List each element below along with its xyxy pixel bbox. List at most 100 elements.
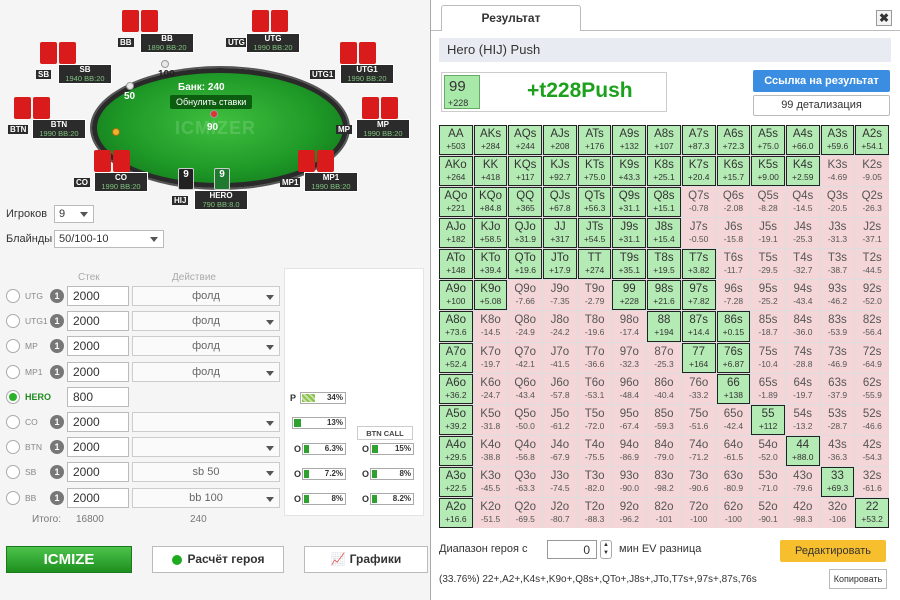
hand-cell[interactable]: 54o -52.0: [751, 435, 785, 466]
hand-cell[interactable]: A6s +72.3: [716, 125, 751, 156]
hand-cell[interactable]: K5s +9.00: [751, 156, 785, 187]
hand-cell[interactable]: A5s +75.0: [751, 125, 785, 156]
hand-cell[interactable]: 83o -98.2: [647, 466, 681, 497]
hand-cell[interactable]: A9s +132: [612, 125, 647, 156]
hand-cell[interactable]: A6o +36.2: [439, 373, 473, 404]
hand-cell[interactable]: 96s -7.28: [716, 280, 751, 311]
hand-cell[interactable]: 97s +7.82: [681, 280, 716, 311]
hand-cell[interactable]: Q7s -0.78: [681, 187, 716, 218]
detail-button[interactable]: 99 детализация: [753, 95, 890, 116]
hero-radio[interactable]: [6, 364, 20, 379]
hand-cell[interactable]: Q9s +31.1: [612, 187, 647, 218]
edit-button[interactable]: Редактировать: [780, 540, 886, 562]
action-select[interactable]: фолд: [132, 311, 280, 332]
hero-radio[interactable]: [6, 339, 20, 354]
hand-cell[interactable]: TT +274: [577, 249, 612, 280]
hand-cell[interactable]: AQs +244: [508, 125, 543, 156]
hand-cell[interactable]: AKs +284: [473, 125, 508, 156]
hand-cell[interactable]: 64o -61.5: [716, 435, 751, 466]
player-count-badge[interactable]: 1: [50, 314, 64, 329]
hand-cell[interactable]: A2o +16.6: [439, 497, 473, 528]
hand-cell[interactable]: J6s -15.8: [716, 218, 751, 249]
action-select[interactable]: sb 50: [132, 462, 280, 483]
hand-cell[interactable]: KJs +92.7: [543, 156, 577, 187]
hand-cell[interactable]: Q5s -8.28: [751, 187, 785, 218]
hand-cell[interactable]: Q6o -43.4: [508, 373, 543, 404]
hand-cell[interactable]: K9o +5.08: [473, 280, 508, 311]
player-count-badge[interactable]: 1: [50, 490, 64, 505]
hand-cell[interactable]: 98o -17.4: [612, 311, 647, 342]
hand-cell[interactable]: 53s -28.7: [820, 404, 855, 435]
hand-cell[interactable]: 62s -55.9: [855, 373, 889, 404]
hand-cell[interactable]: 92s -52.0: [855, 280, 889, 311]
hand-cell[interactable]: T2s -44.5: [855, 249, 889, 280]
hand-cell[interactable]: QTo +19.6: [508, 249, 543, 280]
hand-cell[interactable]: 93o -90.0: [612, 466, 647, 497]
hand-cell[interactable]: A2s +54.1: [855, 125, 889, 156]
hand-cell[interactable]: 22 +53.2: [855, 497, 889, 528]
action-select[interactable]: фолд: [132, 336, 280, 357]
hand-cell[interactable]: 87o -25.3: [647, 342, 681, 373]
stack-input[interactable]: 2000: [67, 361, 129, 382]
hand-cell[interactable]: 76o -33.2: [681, 373, 716, 404]
close-icon[interactable]: ✖: [876, 10, 892, 26]
hero-radio[interactable]: [6, 389, 20, 404]
hand-cell[interactable]: J4o -67.9: [543, 435, 577, 466]
hero-radio[interactable]: [6, 289, 20, 303]
hand-cell[interactable]: J4s -25.3: [785, 218, 820, 249]
hand-cell[interactable]: 85o -59.3: [647, 404, 681, 435]
hand-cell[interactable]: K2s -9.05: [855, 156, 889, 187]
hand-cell[interactable]: K3s -4.69: [820, 156, 855, 187]
icmize-button[interactable]: ICMIZE: [6, 546, 132, 573]
stack-input[interactable]: 2000: [67, 462, 129, 483]
hand-cell[interactable]: 86s +0.15: [716, 311, 751, 342]
hand-cell[interactable]: 94o -86.9: [612, 435, 647, 466]
hand-cell[interactable]: 64s -19.7: [785, 373, 820, 404]
hand-cell[interactable]: 84o -79.0: [647, 435, 681, 466]
hand-cell[interactable]: T4s -32.7: [785, 249, 820, 280]
hand-cell[interactable]: T3o -82.0: [577, 466, 612, 497]
hand-cell[interactable]: A7o +52.4: [439, 342, 473, 373]
hand-cell[interactable]: J2s -37.1: [855, 218, 889, 249]
hand-cell[interactable]: 97o -32.3: [612, 342, 647, 373]
hand-cell[interactable]: 75s -10.4: [751, 342, 785, 373]
reset-bets-button[interactable]: Обнулить ставки: [170, 95, 253, 109]
stack-input[interactable]: 2000: [67, 412, 129, 432]
hand-cell[interactable]: 72o -100: [681, 497, 716, 528]
hand-cell[interactable]: T5o -72.0: [577, 404, 612, 435]
hand-cell[interactable]: JJ +317: [543, 218, 577, 249]
hand-cell[interactable]: T8o -19.6: [577, 311, 612, 342]
hand-cell[interactable]: K2o -51.5: [473, 497, 508, 528]
hand-cell[interactable]: T9s +35.1: [612, 249, 647, 280]
hand-cell[interactable]: Q8o -24.9: [508, 311, 543, 342]
hand-cell[interactable]: Q3s -20.5: [820, 187, 855, 218]
hand-cell[interactable]: A4s +66.0: [785, 125, 820, 156]
hand-cell[interactable]: T9o -2.79: [577, 280, 612, 311]
blinds-select[interactable]: 50/100-10: [54, 230, 164, 248]
result-link-button[interactable]: Ссылка на результат: [753, 70, 890, 92]
hand-cell[interactable]: A8o +73.6: [439, 311, 473, 342]
hand-cell[interactable]: T7s +3.82: [681, 249, 716, 280]
hand-cell[interactable]: 77 +164: [681, 342, 716, 373]
hand-cell[interactable]: 73s -46.9: [820, 342, 855, 373]
hand-cell[interactable]: 43o -79.6: [785, 466, 820, 497]
hero-radio[interactable]: [6, 415, 20, 429]
hand-cell[interactable]: T6s -11.7: [716, 249, 751, 280]
hand-cell[interactable]: 85s -18.7: [751, 311, 785, 342]
hand-cell[interactable]: 63o -80.9: [716, 466, 751, 497]
player-count-badge[interactable]: 1: [50, 289, 64, 303]
hand-cell[interactable]: 92o -96.2: [612, 497, 647, 528]
hand-cell[interactable]: A4o +29.5: [439, 435, 473, 466]
player-count-badge[interactable]: 1: [50, 415, 64, 429]
hand-cell[interactable]: 99 +228: [612, 280, 647, 311]
hand-cell[interactable]: 93s -46.2: [820, 280, 855, 311]
hand-cell[interactable]: 82s -56.4: [855, 311, 889, 342]
copy-button[interactable]: Копировать: [829, 569, 887, 589]
hand-cell[interactable]: AA +503: [439, 125, 473, 156]
hand-cell[interactable]: K8o -14.5: [473, 311, 508, 342]
hero-radio[interactable]: [6, 314, 20, 329]
hand-cell[interactable]: J6o -57.8: [543, 373, 577, 404]
hand-cell[interactable]: K6s +15.7: [716, 156, 751, 187]
hand-cell[interactable]: 87s +14.4: [681, 311, 716, 342]
player-count-badge[interactable]: 1: [50, 364, 64, 379]
